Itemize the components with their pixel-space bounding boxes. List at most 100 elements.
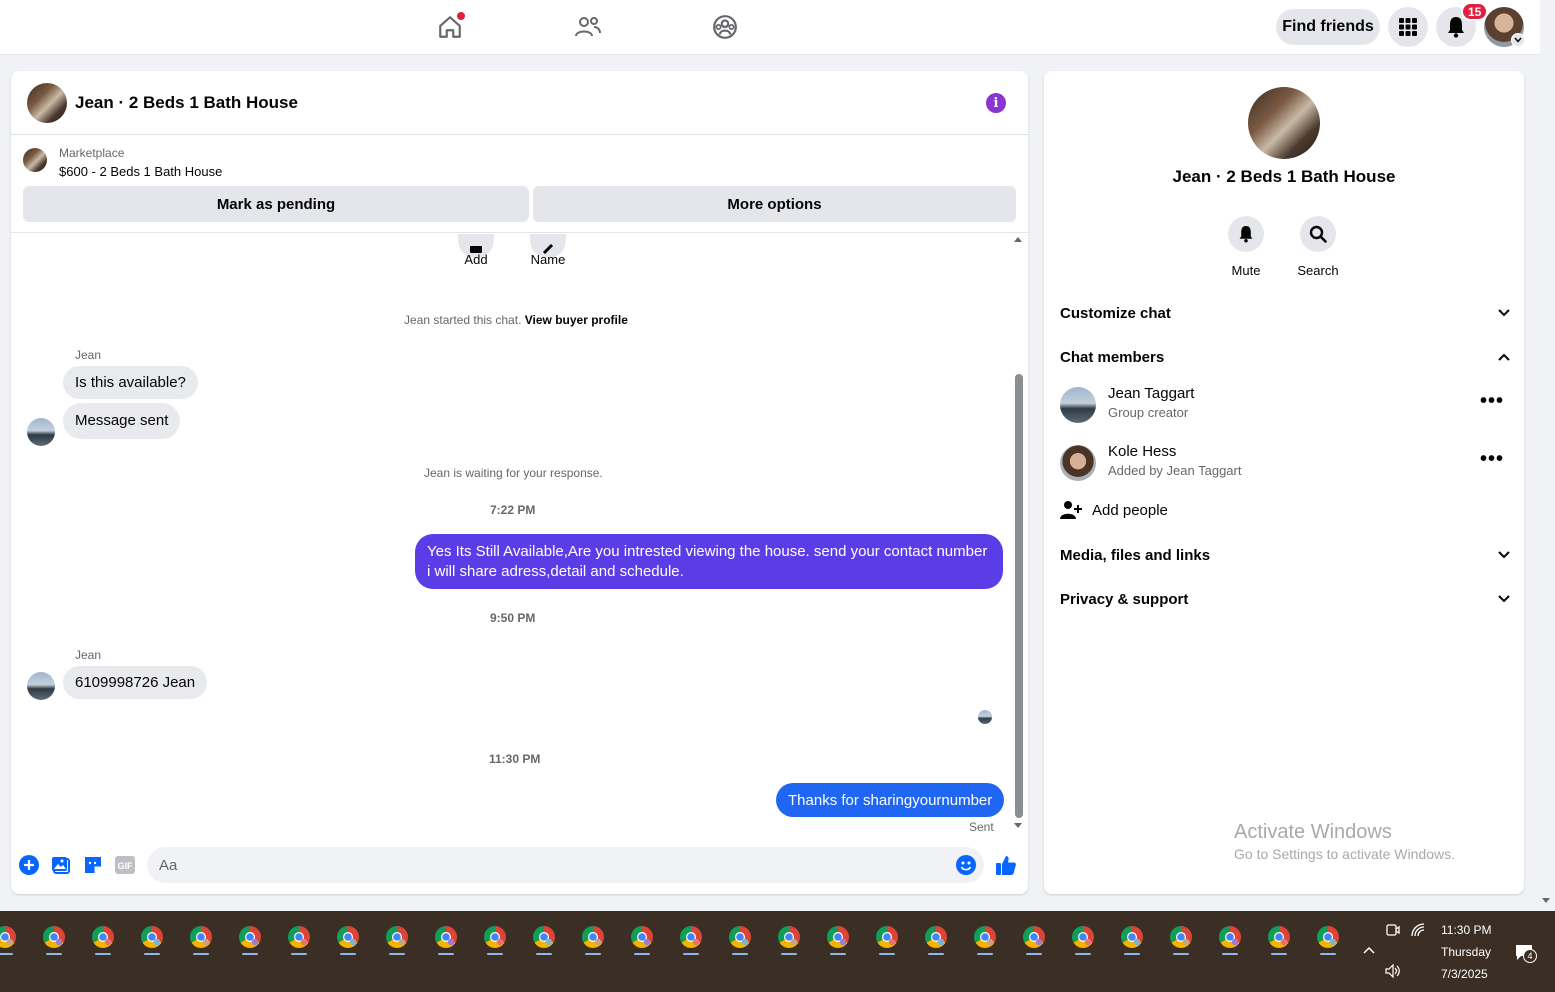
outgoing-message[interactable]: Yes Its Still Available,Are you intreste…	[415, 534, 1003, 589]
chat-avatar[interactable]	[27, 83, 67, 123]
sender-avatar[interactable]	[27, 672, 55, 700]
add-people-row[interactable]: Add people	[1060, 495, 1510, 525]
incoming-message[interactable]: Is this available?	[63, 366, 198, 399]
browser-taskbar-icon[interactable]	[674, 919, 708, 955]
scrollbar-thumb[interactable]	[1015, 374, 1023, 818]
meet-now-icon[interactable]	[1384, 921, 1402, 939]
browser-taskbar-icon[interactable]	[576, 919, 610, 955]
member-row[interactable]: Jean Taggart Group creator •••	[1060, 383, 1510, 427]
listing-title[interactable]: $600 - 2 Beds 1 Bath House	[59, 164, 222, 179]
search-button[interactable]: Search	[1283, 216, 1353, 278]
mute-button[interactable]: Mute	[1211, 216, 1281, 278]
browser-taskbar-icon[interactable]	[429, 919, 463, 955]
mute-label: Mute	[1231, 263, 1261, 278]
browser-taskbar-icon[interactable]	[86, 919, 120, 955]
chevron-down-icon	[1498, 309, 1510, 317]
show-hidden-icons-icon[interactable]	[1360, 941, 1378, 959]
outgoing-message[interactable]: Thanks for sharingyournumber	[776, 783, 1005, 817]
view-buyer-profile-link[interactable]: View buyer profile	[525, 313, 628, 327]
browser-taskbar-icon[interactable]	[772, 919, 806, 955]
message-input[interactable]	[147, 847, 984, 883]
browser-taskbar-icon[interactable]	[1115, 919, 1149, 955]
more-options-icon[interactable]: •••	[1480, 391, 1504, 411]
menu-grid-button[interactable]	[1388, 7, 1428, 47]
emoji-icon[interactable]	[955, 854, 977, 876]
add-action-label: Add	[464, 252, 488, 267]
browser-taskbar-icon[interactable]	[0, 919, 22, 955]
browser-taskbar-icon[interactable]	[919, 919, 953, 955]
active-app-indicator	[781, 953, 797, 955]
wifi-icon[interactable]	[1410, 921, 1428, 939]
browser-taskbar-icon[interactable]	[184, 919, 218, 955]
media-files-links-row[interactable]: Media, files and links	[1060, 540, 1510, 570]
active-app-indicator	[683, 953, 699, 955]
browser-taskbar-icon[interactable]	[723, 919, 757, 955]
chevron-down-icon[interactable]	[1511, 33, 1525, 47]
active-app-indicator	[1075, 953, 1091, 955]
privacy-support-label: Privacy & support	[1060, 590, 1189, 608]
browser-taskbar-icon[interactable]	[1213, 919, 1247, 955]
browser-taskbar-icon[interactable]	[1066, 919, 1100, 955]
photo-icon[interactable]	[50, 854, 72, 876]
active-app-indicator	[1222, 953, 1238, 955]
browser-taskbar-icon[interactable]	[233, 919, 267, 955]
clock-time[interactable]: 11:30 PM	[1441, 923, 1491, 937]
chat-members-row[interactable]: Chat members	[1060, 342, 1510, 372]
browser-taskbar-icon[interactable]	[1017, 919, 1051, 955]
member-avatar[interactable]	[1060, 445, 1096, 481]
details-avatar[interactable]	[1248, 87, 1320, 159]
groups-icon[interactable]	[708, 10, 742, 44]
page-scroll-down-arrow[interactable]	[1542, 898, 1550, 903]
browser-taskbar-icon[interactable]	[527, 919, 561, 955]
action-center-icon[interactable]: 4	[1512, 941, 1537, 963]
like-icon[interactable]	[995, 854, 1017, 876]
active-app-indicator	[585, 953, 601, 955]
customize-chat-row[interactable]: Customize chat	[1060, 298, 1510, 328]
browser-taskbar-icon[interactable]	[968, 919, 1002, 955]
browser-taskbar-icon[interactable]	[1164, 919, 1198, 955]
info-icon[interactable]: i	[986, 93, 1006, 113]
mark-as-pending-button[interactable]: Mark as pending	[23, 186, 529, 222]
friends-icon[interactable]	[571, 10, 605, 44]
browser-taskbar-icon[interactable]	[135, 919, 169, 955]
member-avatar[interactable]	[1060, 387, 1096, 423]
bell-icon	[1239, 226, 1253, 243]
browser-taskbar-icon[interactable]	[478, 919, 512, 955]
listing-thumbnail[interactable]	[23, 148, 47, 172]
more-options-icon[interactable]: •••	[1480, 449, 1504, 469]
sticker-icon[interactable]	[82, 854, 104, 876]
waiting-status-text: Jean is waiting for your response.	[424, 466, 603, 480]
privacy-support-row[interactable]: Privacy & support	[1060, 584, 1510, 614]
browser-taskbar-icon[interactable]	[870, 919, 904, 955]
chat-title[interactable]: Jean · 2 Beds 1 Bath House	[75, 93, 298, 113]
active-app-indicator	[144, 953, 160, 955]
active-app-indicator	[1173, 953, 1189, 955]
chat-panel: Jean · 2 Beds 1 Bath House i Marketplace…	[11, 71, 1028, 894]
gif-icon[interactable]: GIF	[114, 854, 136, 876]
browser-taskbar-icon[interactable]	[1311, 919, 1345, 955]
incoming-message[interactable]: 6109998726 Jean	[63, 666, 208, 699]
browser-taskbar-icon[interactable]	[331, 919, 365, 955]
browser-taskbar-icon[interactable]	[37, 919, 71, 955]
more-options-button[interactable]: More options	[533, 186, 1016, 222]
browser-taskbar-icon[interactable]	[625, 919, 659, 955]
home-icon[interactable]	[433, 10, 467, 44]
volume-icon[interactable]	[1384, 962, 1402, 980]
scroll-down-arrow[interactable]	[1014, 823, 1022, 828]
customize-chat-label: Customize chat	[1060, 304, 1171, 322]
plus-icon[interactable]	[18, 854, 40, 876]
browser-taskbar-icon[interactable]	[380, 919, 414, 955]
member-row[interactable]: Kole Hess Added by Jean Taggart •••	[1060, 441, 1510, 485]
browser-taskbar-icon[interactable]	[1262, 919, 1296, 955]
active-app-indicator	[634, 953, 650, 955]
clock-day[interactable]: Thursday	[1441, 945, 1491, 959]
scroll-up-arrow[interactable]	[1014, 237, 1022, 242]
sender-avatar[interactable]	[27, 418, 55, 446]
browser-taskbar-icon[interactable]	[821, 919, 855, 955]
browser-taskbar-icon[interactable]	[282, 919, 316, 955]
clock-date[interactable]: 7/3/2025	[1441, 967, 1488, 981]
bell-icon	[1448, 17, 1464, 38]
find-friends-button[interactable]: Find friends	[1276, 9, 1380, 45]
incoming-message[interactable]: Message sent	[63, 403, 181, 439]
active-app-indicator	[977, 953, 993, 955]
